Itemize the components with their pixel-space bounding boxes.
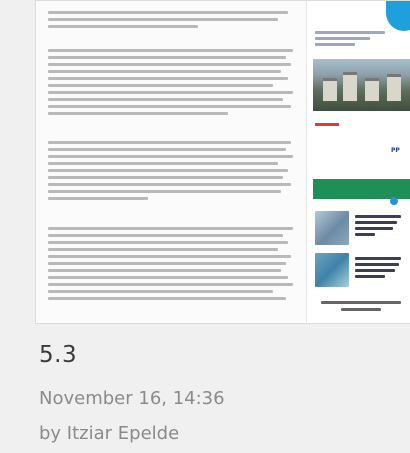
section-label-red <box>315 123 339 126</box>
building-photo <box>313 59 410 111</box>
sidebar-green-banner <box>313 179 410 199</box>
related-thumbnail-2 <box>315 253 349 287</box>
article-thumbnail[interactable]: PP <box>35 0 410 324</box>
article-card[interactable]: PP 5.3 November 16, 14:36 by Itziar Epel… <box>35 0 410 453</box>
party-badge: PP <box>391 147 400 154</box>
card-author[interactable]: by Itziar Epelde <box>39 423 179 444</box>
card-date: November 16, 14:36 <box>39 388 225 409</box>
article-body-preview <box>36 1 306 323</box>
article-sidebar-preview: PP <box>306 1 410 323</box>
related-thumbnail-1 <box>315 211 349 245</box>
share-icon <box>390 197 398 205</box>
card-score: 5.3 <box>39 342 78 368</box>
